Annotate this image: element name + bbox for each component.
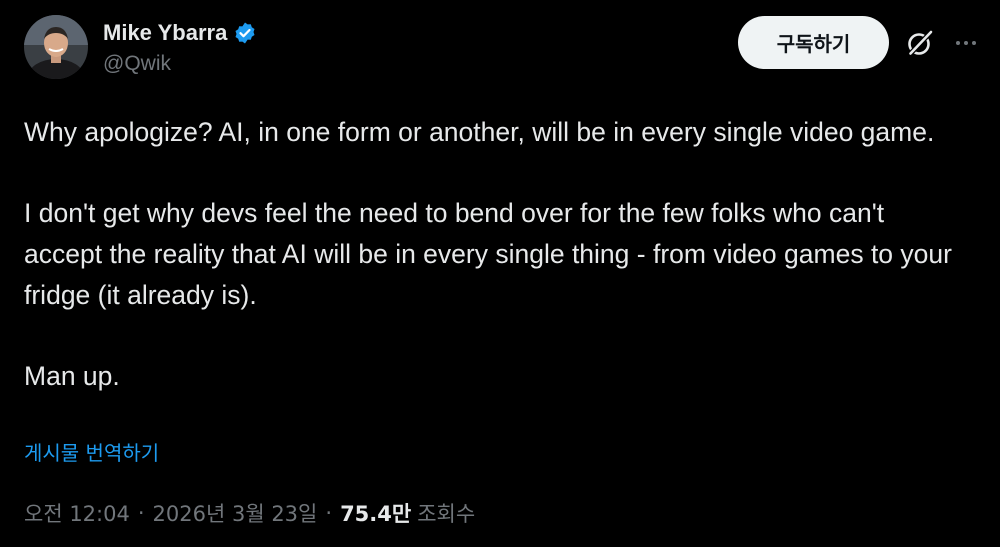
handle[interactable]: @Qwik xyxy=(103,52,257,76)
avatar-image xyxy=(24,15,88,79)
avatar[interactable] xyxy=(24,15,88,79)
display-name[interactable]: Mike Ybarra xyxy=(103,20,227,46)
tweet-paragraph: I don't get why devs feel the need to be… xyxy=(24,198,952,310)
separator-dot: · xyxy=(137,501,145,525)
translate-post-link[interactable]: 게시물 번역하기 xyxy=(24,437,159,466)
subscribe-button[interactable]: 구독하기 xyxy=(738,16,889,69)
separator-dot: · xyxy=(325,501,333,525)
grok-icon[interactable] xyxy=(905,28,935,58)
post-date[interactable]: 2026년 3월 23일 xyxy=(153,498,318,528)
views-label: 조회수 xyxy=(417,502,476,526)
tweet: Mike Ybarra @Qwik 구독하기 Why apologize? AI… xyxy=(0,0,1000,547)
post-time[interactable]: 오전 12:04 xyxy=(24,498,130,528)
tweet-paragraph: Man up. xyxy=(24,361,120,391)
views-count: 75.4만 xyxy=(340,502,412,526)
author-info: Mike Ybarra @Qwik xyxy=(103,18,257,76)
tweet-paragraph: Why apologize? AI, in one form or anothe… xyxy=(24,117,935,147)
more-icon[interactable] xyxy=(953,30,979,56)
tweet-text: Why apologize? AI, in one form or anothe… xyxy=(24,112,964,397)
verified-badge-icon xyxy=(233,21,257,45)
tweet-meta: 오전 12:04 · 2026년 3월 23일 · 75.4만 조회수 xyxy=(24,498,475,528)
name-row: Mike Ybarra xyxy=(103,18,257,48)
